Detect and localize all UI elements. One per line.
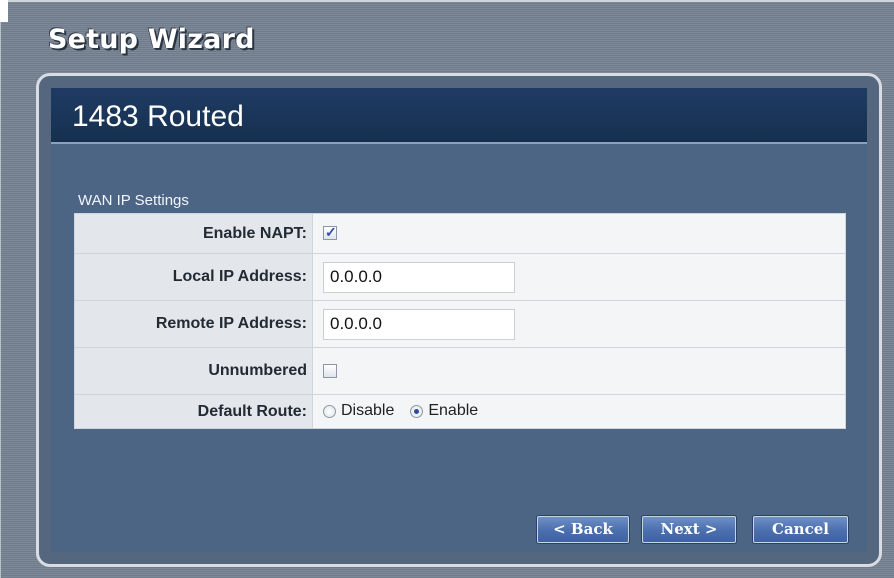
- back-button[interactable]: < Back: [537, 516, 629, 543]
- enable-napt-row: Enable NAPT:: [74, 213, 846, 254]
- remote-ip-input[interactable]: [323, 308, 515, 340]
- cancel-button[interactable]: Cancel: [753, 516, 848, 543]
- wizard-inner-panel: 1483 Routed WAN IP Settings Enable NAPT:…: [51, 88, 867, 552]
- default-route-row: Default Route: Disable Enable: [74, 394, 846, 429]
- unnumbered-value-cell: [312, 347, 846, 395]
- unnumbered-checkbox[interactable]: [323, 363, 337, 378]
- default-route-value-cell: Disable Enable: [312, 394, 846, 429]
- remote-ip-value-cell: [312, 300, 846, 348]
- wan-ip-settings-table: Enable NAPT: Local IP Address: Remote IP…: [74, 213, 846, 429]
- local-ip-label: Local IP Address:: [74, 253, 313, 301]
- local-ip-row: Local IP Address:: [74, 253, 846, 301]
- default-route-enable-label[interactable]: Enable: [428, 402, 478, 419]
- section-title: WAN IP Settings: [78, 192, 189, 209]
- remote-ip-label: Remote IP Address:: [74, 300, 313, 348]
- default-route-disable-label[interactable]: Disable: [341, 402, 394, 419]
- enable-napt-checkbox[interactable]: [323, 224, 337, 241]
- default-route-enable-radio[interactable]: [410, 404, 424, 418]
- corner-mark: [0, 0, 8, 22]
- wizard-panel: 1483 Routed WAN IP Settings Enable NAPT:…: [36, 73, 882, 567]
- remote-ip-row: Remote IP Address:: [74, 300, 846, 348]
- local-ip-value-cell: [312, 253, 846, 301]
- local-ip-input[interactable]: [323, 261, 515, 293]
- next-button[interactable]: Next >: [642, 516, 736, 543]
- enable-napt-label: Enable NAPT:: [74, 213, 313, 254]
- wizard-title: Setup Wizard: [48, 24, 255, 55]
- enable-napt-value-cell: [312, 213, 846, 254]
- panel-title: 1483 Routed: [72, 100, 244, 133]
- unnumbered-label: Unnumbered: [74, 347, 313, 395]
- default-route-label: Default Route:: [74, 394, 313, 429]
- unnumbered-row: Unnumbered: [74, 347, 846, 395]
- panel-header: 1483 Routed: [51, 88, 867, 144]
- default-route-disable-radio[interactable]: [323, 404, 336, 418]
